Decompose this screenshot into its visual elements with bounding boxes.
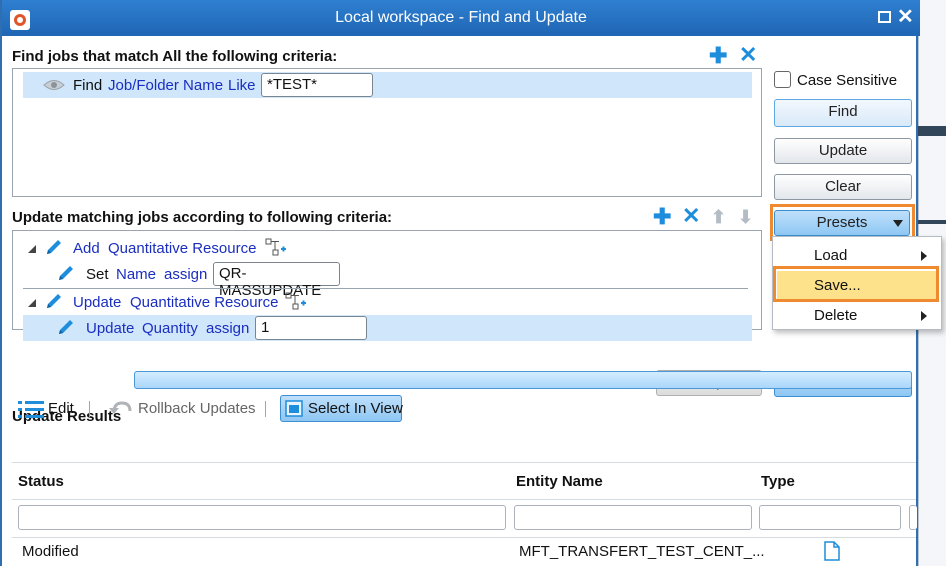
- update-target[interactable]: Quantitative Resource: [108, 240, 256, 257]
- select-in-view-label: Select In View: [308, 400, 403, 417]
- document-icon: [824, 541, 840, 561]
- maximize-icon[interactable]: [878, 11, 891, 23]
- update-sub-operator[interactable]: assign: [164, 266, 207, 283]
- quantity-input[interactable]: 1: [255, 316, 367, 340]
- menu-item-load-label: Load: [814, 247, 848, 264]
- update-action[interactable]: Add: [73, 240, 100, 257]
- pencil-icon: [59, 320, 73, 334]
- resource-name-input[interactable]: QR-MASSUPDATE: [213, 262, 340, 299]
- case-sensitive-checkbox[interactable]: [774, 71, 791, 88]
- background-bar: [918, 126, 946, 136]
- toolbar-separator: [89, 401, 90, 417]
- add-find-criteria-icon[interactable]: ✚: [709, 45, 727, 67]
- update-sub-operator[interactable]: assign: [206, 320, 249, 337]
- update-sub-row[interactable]: Update Quantity assign 1: [23, 315, 752, 341]
- close-icon[interactable]: ✕: [897, 5, 914, 29]
- find-criteria-row[interactable]: Find Job/Folder Name Like *TEST*: [23, 72, 752, 98]
- add-update-criteria-icon[interactable]: ✚: [653, 206, 671, 228]
- chevron-right-icon: [921, 311, 927, 321]
- grid-divider: [12, 462, 916, 463]
- case-sensitive-label: Case Sensitive: [797, 72, 898, 89]
- select-in-view-icon: [285, 400, 303, 417]
- move-down-icon[interactable]: ⬇: [738, 206, 753, 228]
- pencil-icon: [47, 240, 61, 254]
- background-bar: [918, 220, 946, 224]
- update-section-title: Update matching jobs according to follow…: [12, 209, 393, 226]
- remove-update-criteria-icon[interactable]: ✕: [682, 205, 700, 227]
- remove-find-criteria-icon[interactable]: ✕: [739, 44, 757, 66]
- result-status: Modified: [22, 543, 79, 560]
- update-group-row[interactable]: Add Quantitative Resource: [23, 235, 752, 261]
- menu-item-load[interactable]: Load: [773, 241, 941, 269]
- status-column-header[interactable]: Status: [18, 473, 64, 490]
- list-icon: [18, 401, 44, 418]
- chevron-right-icon: [921, 251, 927, 261]
- grid-divider: [12, 537, 916, 538]
- update-sub-verb: Set: [86, 266, 109, 283]
- save-highlight-outline: [773, 266, 939, 302]
- pencil-icon: [47, 294, 61, 308]
- move-up-icon[interactable]: ⬆: [711, 206, 726, 228]
- undo-icon: [109, 401, 132, 414]
- update-target[interactable]: Quantitative Resource: [130, 294, 278, 311]
- entity-name-column-header[interactable]: Entity Name: [516, 473, 603, 490]
- update-group-row[interactable]: Update Quantitative Resource: [23, 289, 752, 315]
- pencil-icon: [59, 266, 73, 280]
- find-section-title: Find jobs that match All the following c…: [12, 48, 338, 65]
- eye-icon[interactable]: [43, 78, 65, 92]
- update-progress-bar: [134, 371, 912, 389]
- title-bar[interactable]: Local workspace - Find and Update ✕: [2, 0, 920, 36]
- result-entity-name[interactable]: MFT_TRANSFERT_TEST_CENT_...: [519, 543, 765, 560]
- menu-item-delete-label: Delete: [814, 307, 858, 324]
- edit-label: Edit: [48, 400, 74, 417]
- collapse-triangle-icon[interactable]: [27, 298, 37, 308]
- entity-name-filter-input[interactable]: [514, 505, 752, 530]
- menu-item-delete[interactable]: Delete: [773, 301, 941, 329]
- toolbar-separator: [265, 401, 266, 417]
- find-operator[interactable]: Like: [228, 77, 256, 94]
- find-value-input[interactable]: *TEST*: [261, 73, 373, 97]
- collapse-triangle-icon[interactable]: [27, 244, 37, 254]
- window-title: Local workspace - Find and Update: [335, 9, 587, 26]
- rollback-label: Rollback Updates: [138, 400, 256, 417]
- update-action[interactable]: Update: [73, 294, 121, 311]
- resource-icon[interactable]: [265, 238, 287, 256]
- find-verb: Find: [73, 77, 103, 94]
- find-field[interactable]: Job/Folder Name: [108, 77, 223, 94]
- find-button[interactable]: Find: [774, 99, 912, 127]
- update-button[interactable]: Update: [774, 138, 912, 164]
- update-sub-verb[interactable]: Update: [86, 320, 134, 337]
- find-criteria-panel: Find Job/Folder Name Like *TEST*: [12, 68, 762, 197]
- resource-icon[interactable]: [285, 292, 307, 310]
- update-sub-field[interactable]: Name: [116, 266, 156, 283]
- select-in-view-button[interactable]: Select In View: [280, 395, 403, 422]
- grid-divider: [12, 499, 916, 500]
- clear-button[interactable]: Clear: [774, 174, 912, 200]
- status-filter-input[interactable]: [18, 505, 506, 530]
- extra-filter-input[interactable]: [909, 505, 917, 530]
- update-sub-row[interactable]: Set Name assign QR-MASSUPDATE: [23, 261, 752, 299]
- type-filter-input[interactable]: [759, 505, 901, 530]
- update-sub-field[interactable]: Quantity: [142, 320, 198, 337]
- type-column-header[interactable]: Type: [761, 473, 795, 490]
- update-criteria-panel: Add Quantitative Resource Set Name assig…: [12, 230, 762, 341]
